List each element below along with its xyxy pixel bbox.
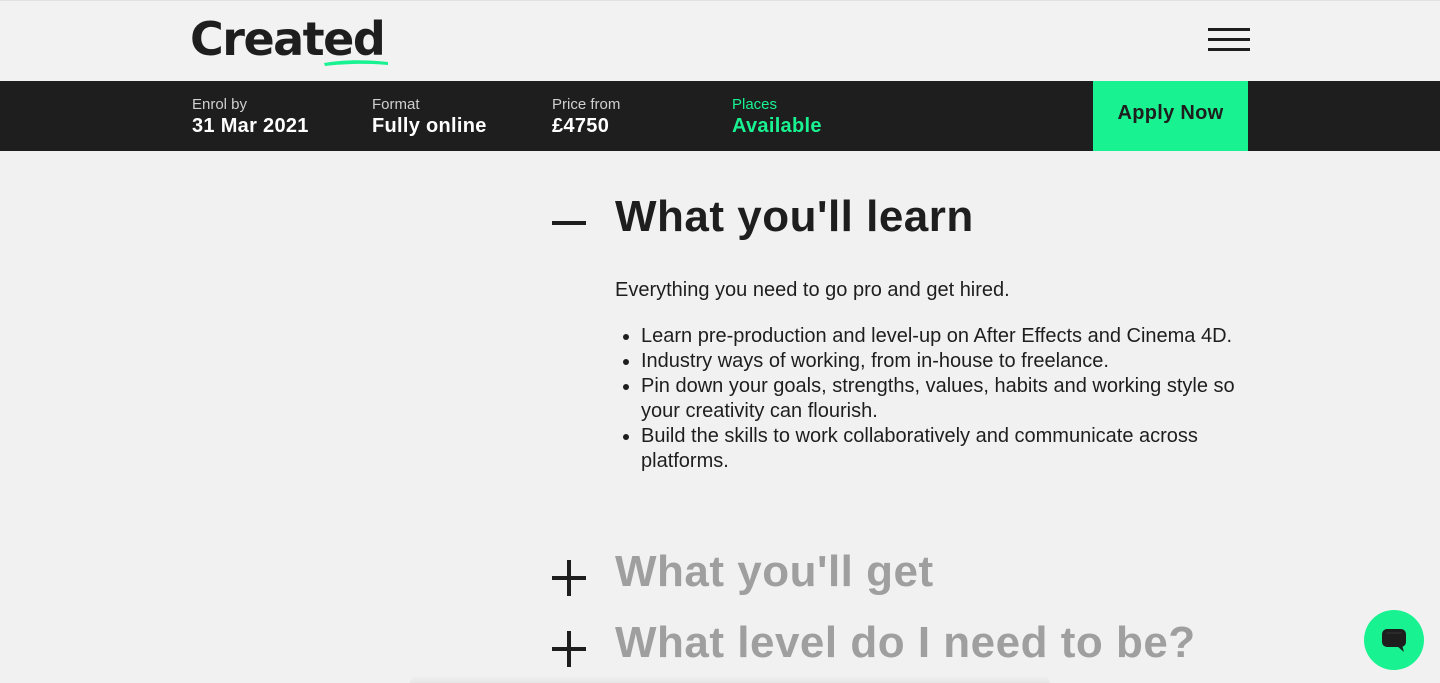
plus-icon[interactable]	[552, 631, 588, 667]
apply-now-button[interactable]: Apply Now	[1093, 81, 1248, 151]
price-label: Price from	[552, 96, 621, 113]
places-value: Available	[732, 115, 822, 137]
logo-underline-swoosh	[324, 60, 388, 66]
list-item: Learn pre-production and level-up on Aft…	[641, 324, 1245, 349]
list-item: Industry ways of working, from in-house …	[641, 349, 1245, 374]
enrol-by-value: 31 Mar 2021	[192, 115, 309, 137]
format-value: Fully online	[372, 115, 487, 137]
chat-bubble-icon	[1382, 629, 1406, 652]
list-item: Build the skills to work collaboratively…	[641, 424, 1245, 474]
section-title-what-youll-learn[interactable]: What you'll learn	[615, 191, 974, 243]
plus-icon[interactable]	[552, 560, 588, 596]
price-value: £4750	[552, 115, 610, 137]
bottom-panel-shadow	[410, 676, 1050, 683]
chat-launcher-button[interactable]	[1364, 610, 1424, 670]
price-info: Price from £4750	[552, 96, 620, 138]
format-label: Format	[372, 96, 420, 113]
section-intro: Everything you need to go pro and get hi…	[615, 279, 1010, 301]
hamburger-menu-icon[interactable]	[1208, 28, 1250, 52]
section-title-what-youll-get[interactable]: What you'll get	[615, 546, 934, 598]
format-info: Format Fully online	[372, 96, 487, 138]
site-header: Created	[0, 0, 1440, 81]
minus-icon[interactable]	[552, 205, 588, 241]
enrol-by-label: Enrol by	[192, 96, 248, 113]
places-info: Places Available	[732, 96, 822, 138]
learn-bullet-list: Learn pre-production and level-up on Aft…	[615, 324, 1245, 474]
course-info-bar: Enrol by 31 Mar 2021 Format Fully online…	[0, 81, 1440, 151]
section-title-what-level[interactable]: What level do I need to be?	[615, 617, 1196, 669]
enrol-by-info: Enrol by 31 Mar 2021	[192, 96, 309, 138]
places-label: Places	[732, 96, 778, 113]
list-item: Pin down your goals, strengths, values, …	[641, 374, 1245, 424]
